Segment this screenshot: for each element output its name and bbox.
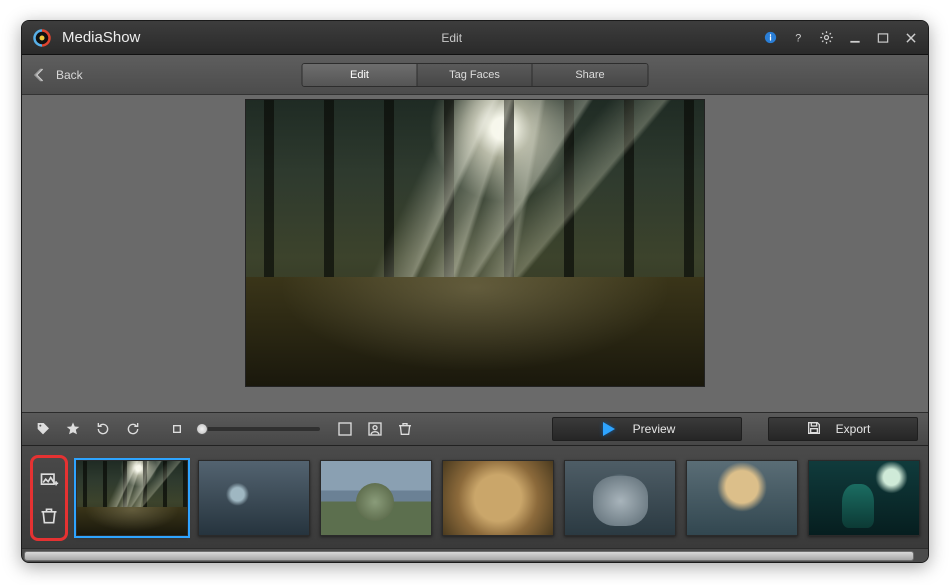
horizontal-scrollbar[interactable] xyxy=(22,548,928,562)
tab-tag-faces[interactable]: Tag Faces xyxy=(418,64,533,86)
subheader: Back Edit Tag Faces Share xyxy=(22,55,928,95)
minimize-icon[interactable] xyxy=(848,31,862,45)
window-title: Edit xyxy=(150,31,753,45)
mode-tabs: Edit Tag Faces Share xyxy=(302,63,649,87)
thumbnail-bar xyxy=(22,446,928,548)
rotate-left-icon[interactable] xyxy=(92,418,114,440)
thumbnail-item[interactable] xyxy=(76,460,188,536)
app-logo-icon xyxy=(32,28,52,48)
preview-area xyxy=(22,95,928,412)
rotate-right-icon[interactable] xyxy=(122,418,144,440)
play-icon xyxy=(603,422,615,436)
thumb-tools-highlight xyxy=(30,455,68,541)
thumbnail-item[interactable] xyxy=(198,460,310,536)
zoom-slider[interactable] xyxy=(202,427,320,431)
gear-icon[interactable] xyxy=(819,30,834,45)
add-media-icon[interactable] xyxy=(38,469,60,491)
back-button[interactable]: Back xyxy=(32,66,83,84)
back-label: Back xyxy=(56,68,83,82)
preview-label: Preview xyxy=(633,422,676,436)
trash-icon[interactable] xyxy=(394,418,416,440)
edit-toolbar: Preview Export xyxy=(22,412,928,446)
save-icon xyxy=(796,420,822,439)
export-label: Export xyxy=(836,422,871,436)
remove-media-icon[interactable] xyxy=(38,505,60,527)
preview-image[interactable] xyxy=(245,99,705,387)
thumbnail-item[interactable] xyxy=(564,460,676,536)
titlebar: MediaShow Edit ? xyxy=(22,21,928,55)
star-icon[interactable] xyxy=(62,418,84,440)
info-icon[interactable] xyxy=(763,30,778,45)
tag-icon[interactable] xyxy=(32,418,54,440)
thumbnail-item[interactable] xyxy=(686,460,798,536)
help-icon[interactable]: ? xyxy=(792,31,805,44)
close-icon[interactable] xyxy=(904,31,918,45)
face-tag-icon[interactable] xyxy=(364,418,386,440)
thumbnail-item[interactable] xyxy=(442,460,554,536)
svg-text:?: ? xyxy=(795,32,801,44)
thumb-small-icon[interactable] xyxy=(166,418,188,440)
titlebar-controls: ? xyxy=(763,30,918,45)
app-window: MediaShow Edit ? Back xyxy=(21,20,929,563)
thumb-large-icon[interactable] xyxy=(334,418,356,440)
tab-share[interactable]: Share xyxy=(533,64,648,86)
preview-button[interactable]: Preview xyxy=(552,417,742,441)
thumbnail-item[interactable] xyxy=(808,460,920,536)
export-button[interactable]: Export xyxy=(768,417,918,441)
thumbnail-list xyxy=(76,460,920,536)
scrollbar-thumb[interactable] xyxy=(24,551,914,561)
tab-edit[interactable]: Edit xyxy=(303,64,418,86)
app-name: MediaShow xyxy=(62,29,140,46)
thumbnail-item[interactable] xyxy=(320,460,432,536)
maximize-icon[interactable] xyxy=(876,31,890,45)
